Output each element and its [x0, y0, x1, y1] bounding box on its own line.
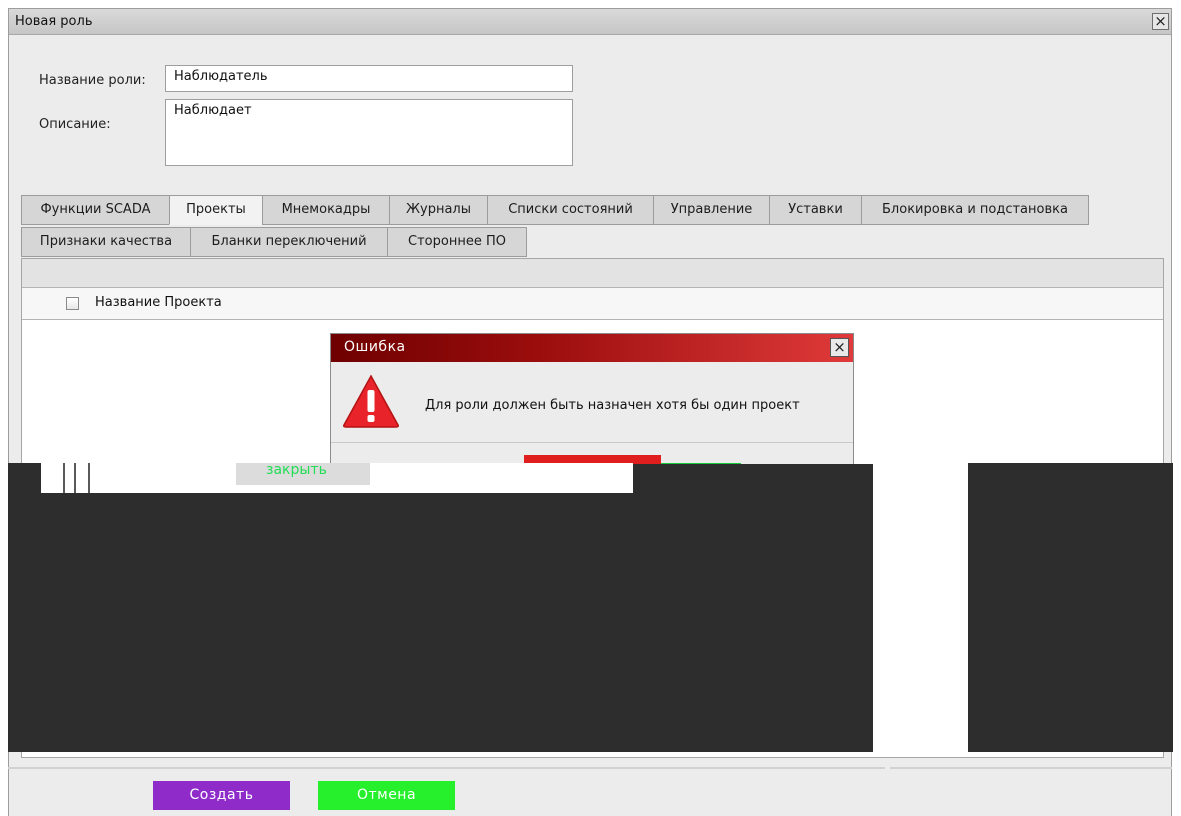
- tab-setpoints[interactable]: Уставки: [769, 195, 862, 225]
- glitch-bars: [60, 463, 96, 493]
- tab-mnemoframes[interactable]: Мнемокадры: [262, 195, 390, 225]
- window-title: Новая роль: [15, 14, 93, 29]
- dialog-separator: [331, 442, 853, 443]
- tab-third-party-software[interactable]: Стороннее ПО: [387, 227, 527, 257]
- create-button[interactable]: Создать: [153, 781, 290, 810]
- obscured-area: [8, 493, 873, 752]
- error-dialog: Ошибка × Для роли должен быть назначен х…: [330, 333, 854, 466]
- tab-quality-flags[interactable]: Признаки качества: [21, 227, 191, 257]
- footer-divider: [890, 767, 1172, 769]
- close-icon[interactable]: ×: [830, 338, 849, 357]
- obscured-area: [968, 463, 1173, 752]
- warning-icon: [343, 374, 399, 428]
- tab-blocking-substitution[interactable]: Блокировка и подстановка: [861, 195, 1089, 225]
- close-icon[interactable]: ×: [1152, 13, 1169, 30]
- obscured-area: [633, 464, 873, 494]
- error-message: Для роли должен быть назначен хотя бы од…: [425, 398, 800, 413]
- column-header-project-name: Название Проекта: [95, 295, 222, 310]
- role-name-field[interactable]: Наблюдатель: [165, 65, 573, 92]
- window-titlebar: Новая роль ×: [9, 9, 1171, 35]
- tab-scada-functions[interactable]: Функции SCADA: [21, 195, 170, 225]
- description-field[interactable]: Наблюдает: [165, 99, 573, 166]
- tab-switching-forms[interactable]: Бланки переключений: [190, 227, 388, 257]
- role-name-label: Название роли:: [39, 73, 146, 88]
- tab-control[interactable]: Управление: [653, 195, 770, 225]
- tab-projects[interactable]: Проекты: [169, 195, 263, 225]
- tab-journals[interactable]: Журналы: [389, 195, 488, 225]
- tab-state-lists[interactable]: Списки состояний: [487, 195, 654, 225]
- select-all-checkbox[interactable]: [66, 297, 79, 310]
- dialog-close-link[interactable]: закрыть: [266, 462, 327, 478]
- table-header: Название Проекта: [22, 288, 1163, 320]
- error-dialog-titlebar: Ошибка ×: [331, 334, 853, 362]
- footer-divider: [8, 767, 885, 769]
- error-dialog-title: Ошибка: [344, 339, 406, 355]
- obscured-area: [8, 463, 41, 493]
- cancel-button[interactable]: Отмена: [318, 781, 455, 810]
- description-label: Описание:: [39, 117, 111, 132]
- panel-toolbar: [22, 259, 1163, 288]
